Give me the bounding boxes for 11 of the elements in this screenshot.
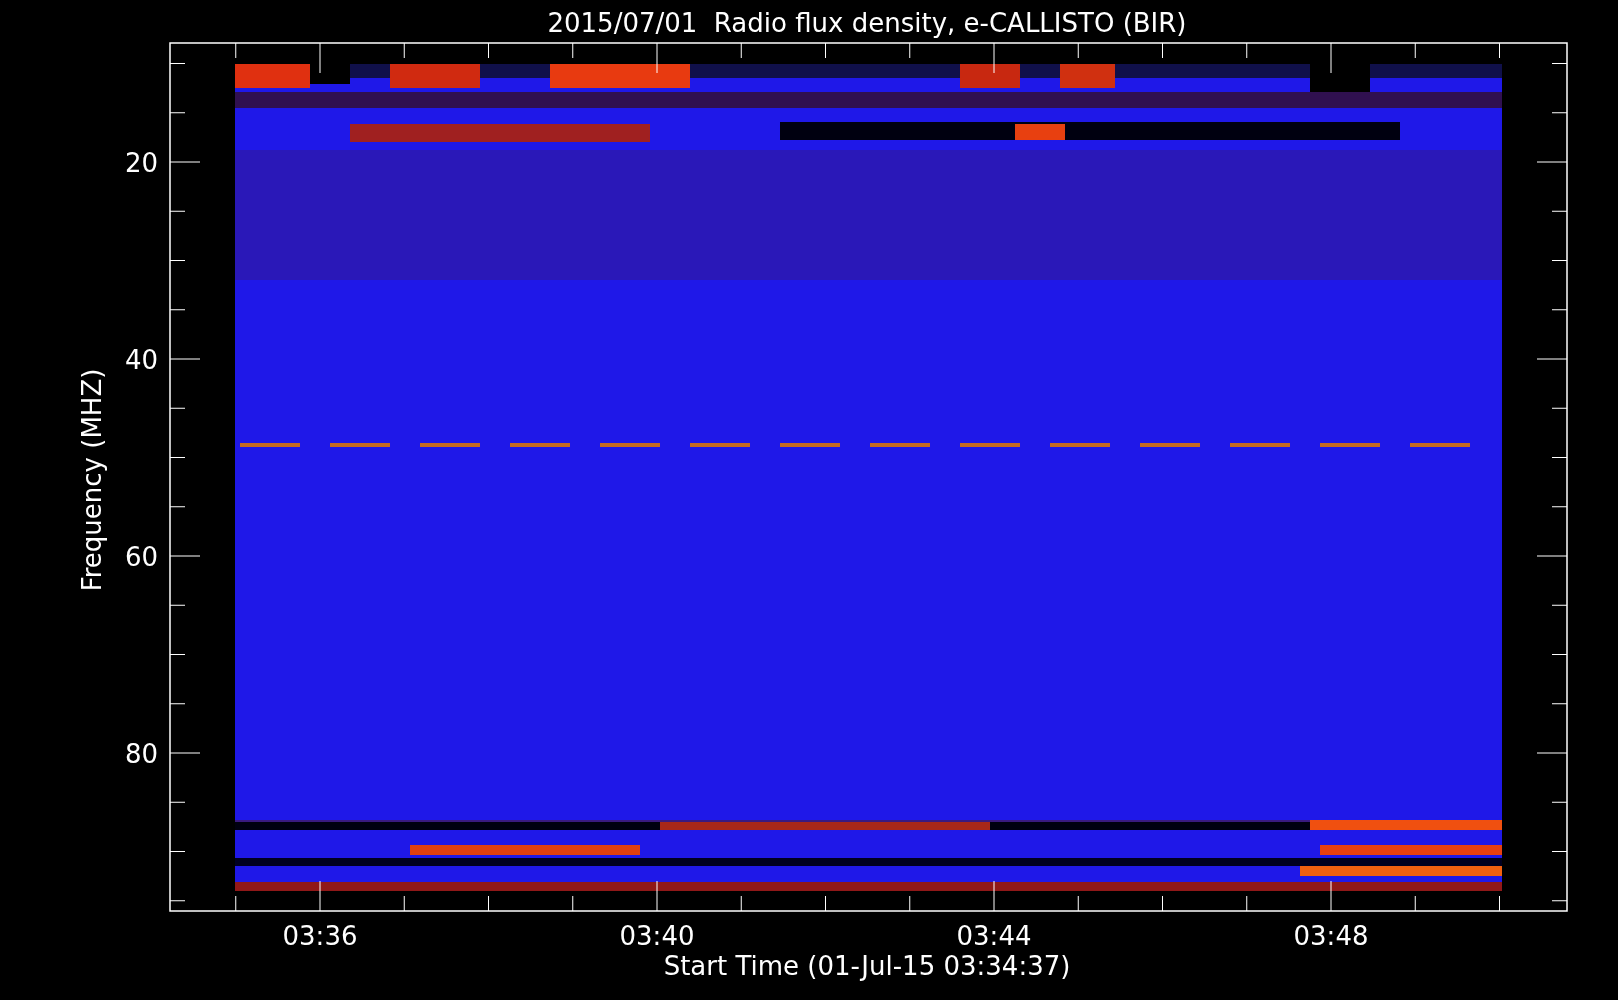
y-tick-label: 60	[124, 542, 158, 572]
y-axis-label: Frequency (MHZ)	[77, 368, 107, 592]
x-axis-label: Start Time (01-Jul-15 03:34:37)	[663, 951, 1071, 981]
y-tick-label: 40	[124, 345, 158, 375]
x-tick-label: 03:44	[956, 921, 1032, 951]
x-tick-label: 03:48	[1293, 921, 1369, 951]
y-tick-label: 80	[124, 739, 158, 769]
x-tick-label: 03:40	[619, 921, 695, 951]
x-tick-label: 03:36	[282, 921, 358, 951]
chart-title: 2015/07/01 Radio flux density, e-CALLISTO (BIR)	[547, 8, 1187, 38]
y-tick-label: 20	[124, 148, 158, 178]
